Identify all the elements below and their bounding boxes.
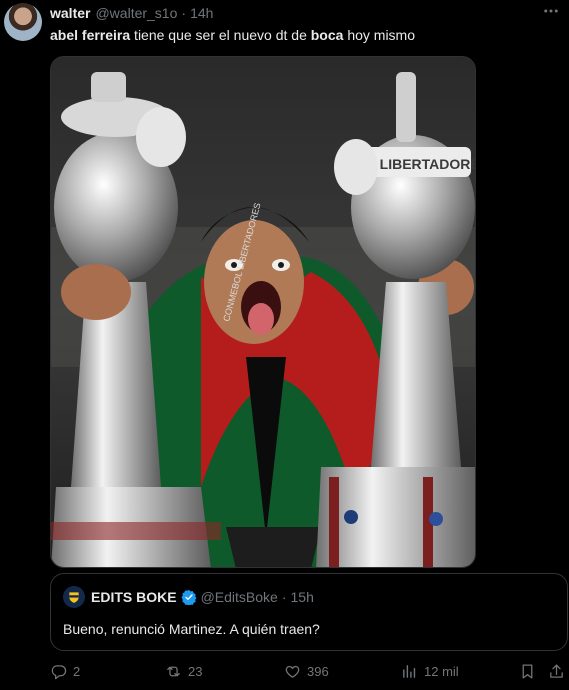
quoted-author-handle[interactable]: @EditsBoke — [201, 589, 278, 605]
share-button[interactable] — [548, 660, 565, 682]
reply-count: 2 — [73, 663, 81, 679]
separator-dot: · — [181, 5, 187, 21]
tweet-text-part: tiene que ser el nuevo dt de — [130, 27, 311, 43]
tweet-text-part: hoy mismo — [343, 27, 416, 43]
author-avatar[interactable] — [4, 3, 42, 41]
club-crest-icon — [69, 592, 79, 603]
quoted-header: EDITS BOKE @EditsBoke · 15h — [91, 588, 314, 606]
tweet-text-bold-team: boca — [310, 27, 344, 43]
bookmark-button[interactable] — [519, 660, 536, 682]
like-count: 396 — [307, 663, 329, 679]
tweet-header: walter @walter_s1o · 14h — [50, 4, 213, 22]
author-name[interactable]: walter — [50, 5, 90, 21]
quoted-tweet[interactable]: EDITS BOKE @EditsBoke · 15h Bueno, renun… — [50, 573, 568, 651]
separator-dot: · — [281, 589, 287, 605]
repost-count: 23 — [188, 663, 203, 679]
quoted-author-name[interactable]: EDITS BOKE — [91, 589, 177, 605]
share-icon — [550, 663, 563, 678]
like-icon — [285, 665, 300, 678]
reply-button[interactable]: 2 — [50, 660, 80, 682]
tweet-photo[interactable]: COPA LIBERTADORES CONMEBOL LIBERTADORES — [50, 56, 476, 568]
reply-icon — [51, 664, 67, 679]
tweet-text: abel ferreira tiene que ser el nuevo dt … — [50, 26, 415, 44]
tweet[interactable]: walter @walter_s1o · 14h abel ferreira t… — [0, 0, 569, 690]
quoted-author-avatar[interactable] — [63, 586, 85, 608]
author-handle[interactable]: @walter_s1o — [95, 5, 177, 21]
views-button[interactable]: 12 mil — [401, 660, 459, 682]
verified-badge-icon — [181, 590, 197, 605]
tweet-text-bold-name: abel ferreira — [50, 27, 131, 43]
action-bar: 2 23 396 12 mil — [50, 660, 568, 682]
repost-icon — [167, 666, 180, 676]
photo-illustration: COPA LIBERTADORES CONMEBOL LIBERTADORES — [51, 57, 475, 567]
quoted-tweet-time[interactable]: 15h — [291, 589, 314, 605]
like-button[interactable]: 396 — [284, 660, 329, 682]
bookmark-icon — [522, 663, 533, 679]
quoted-tweet-text: Bueno, renunció Martinez. A quién traen? — [63, 621, 320, 637]
tweet-time[interactable]: 14h — [190, 5, 213, 21]
repost-button[interactable]: 23 — [165, 660, 202, 682]
more-icon[interactable] — [539, 2, 563, 20]
views-icon — [403, 664, 416, 678]
views-count: 12 mil — [424, 663, 459, 679]
